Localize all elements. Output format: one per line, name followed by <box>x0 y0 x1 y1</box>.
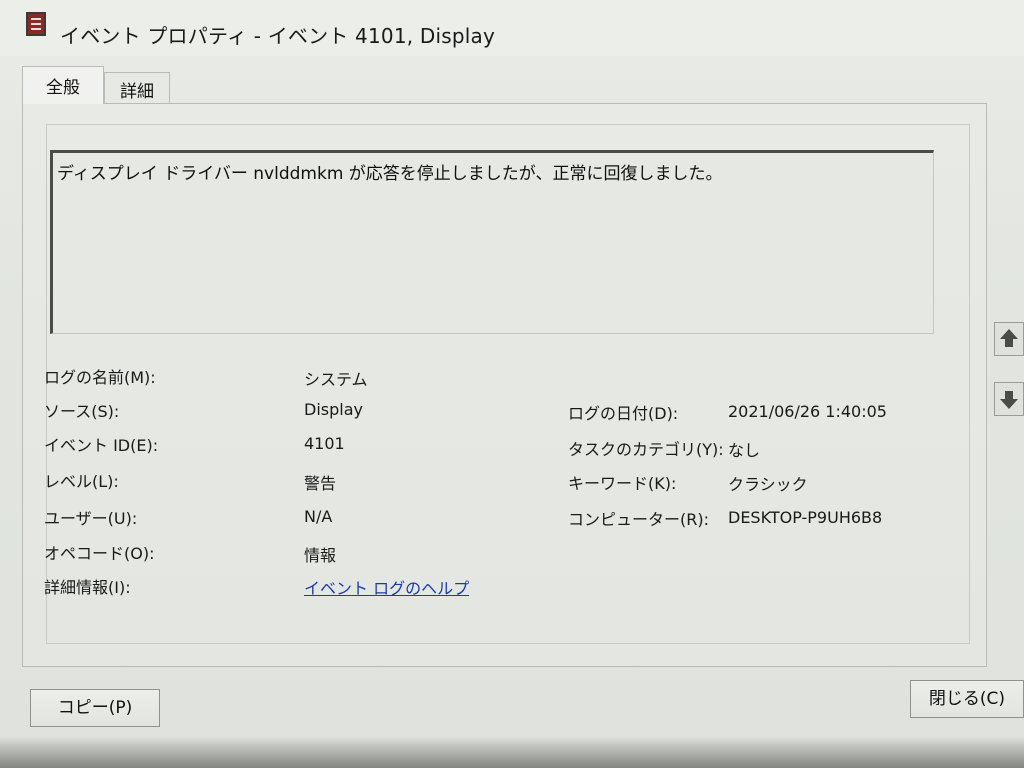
event-id-label: イベント ID(E): <box>44 436 159 455</box>
logged-label: ログの日付(D): <box>568 404 679 423</box>
event-description-text: ディスプレイ ドライバー nvlddmkm が応答を停止しましたが、正常に回復し… <box>57 164 723 184</box>
event-properties-window: イベント プロパティ - イベント 4101, Display 全般 詳細 ディ… <box>0 0 1024 768</box>
next-event-button[interactable] <box>994 382 1024 416</box>
screen-bottom-shade <box>0 736 1024 768</box>
computer-value: DESKTOP-P9UH6B8 <box>728 508 883 527</box>
event-log-help-link[interactable]: イベント ログのヘルプ <box>304 575 469 599</box>
source-value: Display <box>304 400 363 419</box>
opcode-label: オペコード(O): <box>44 544 155 563</box>
window-title: イベント プロパティ - イベント 4101, Display <box>60 24 495 48</box>
level-value: 警告 <box>304 474 337 493</box>
event-id-value: 4101 <box>304 434 345 453</box>
level-label: レベル(L): <box>44 472 119 491</box>
task-category-label: タスクのカテゴリ(Y): <box>568 440 724 459</box>
arrow-up-icon <box>1000 329 1018 347</box>
event-description-textbox[interactable]: ディスプレイ ドライバー nvlddmkm が応答を停止しましたが、正常に回復し… <box>50 150 934 334</box>
copy-button[interactable]: コピー(P) <box>30 689 160 727</box>
source-label: ソース(S): <box>44 402 120 421</box>
tab-details-label: 詳細 <box>120 82 154 102</box>
close-button[interactable]: 閉じる(C) <box>910 680 1024 718</box>
keywords-label: キーワード(K): <box>568 474 677 493</box>
user-value: N/A <box>304 507 333 526</box>
tab-details[interactable]: 詳細 <box>104 72 170 104</box>
log-name-value: システム <box>304 370 368 389</box>
task-category-value: なし <box>728 441 761 460</box>
previous-event-button[interactable] <box>994 322 1024 356</box>
logged-value: 2021/06/26 1:40:05 <box>728 402 887 421</box>
title-bar[interactable]: イベント プロパティ - イベント 4101, Display <box>0 0 1024 56</box>
user-label: ユーザー(U): <box>44 509 138 528</box>
arrow-down-icon <box>1000 391 1018 409</box>
computer-label: コンピューター(R): <box>568 510 709 529</box>
tab-general[interactable]: 全般 <box>22 66 104 104</box>
more-info-label: 詳細情報(I): <box>44 578 131 597</box>
opcode-value: 情報 <box>304 546 337 565</box>
event-viewer-icon <box>26 12 46 36</box>
tab-general-label: 全般 <box>46 78 80 98</box>
keywords-value: クラシック <box>728 475 808 494</box>
log-name-label: ログの名前(M): <box>44 368 156 387</box>
